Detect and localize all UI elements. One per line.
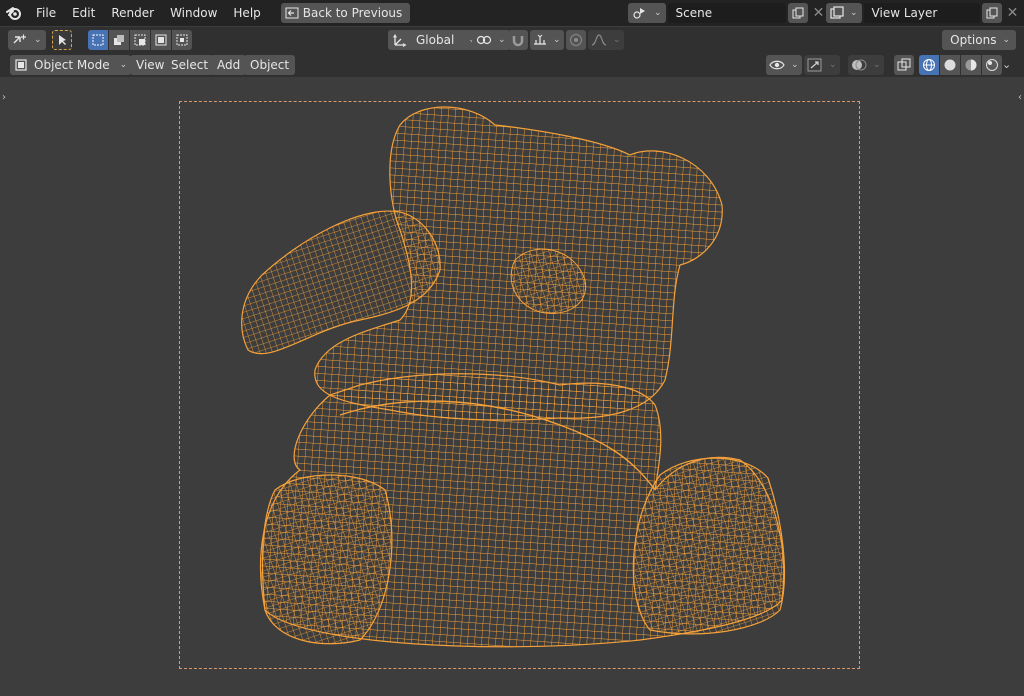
bear-left-leg [261, 474, 393, 645]
bear-mesh-group [241, 106, 786, 648]
teddy-bear-wireframe[interactable] [0, 0, 1024, 696]
bear-right-leg [632, 457, 786, 635]
